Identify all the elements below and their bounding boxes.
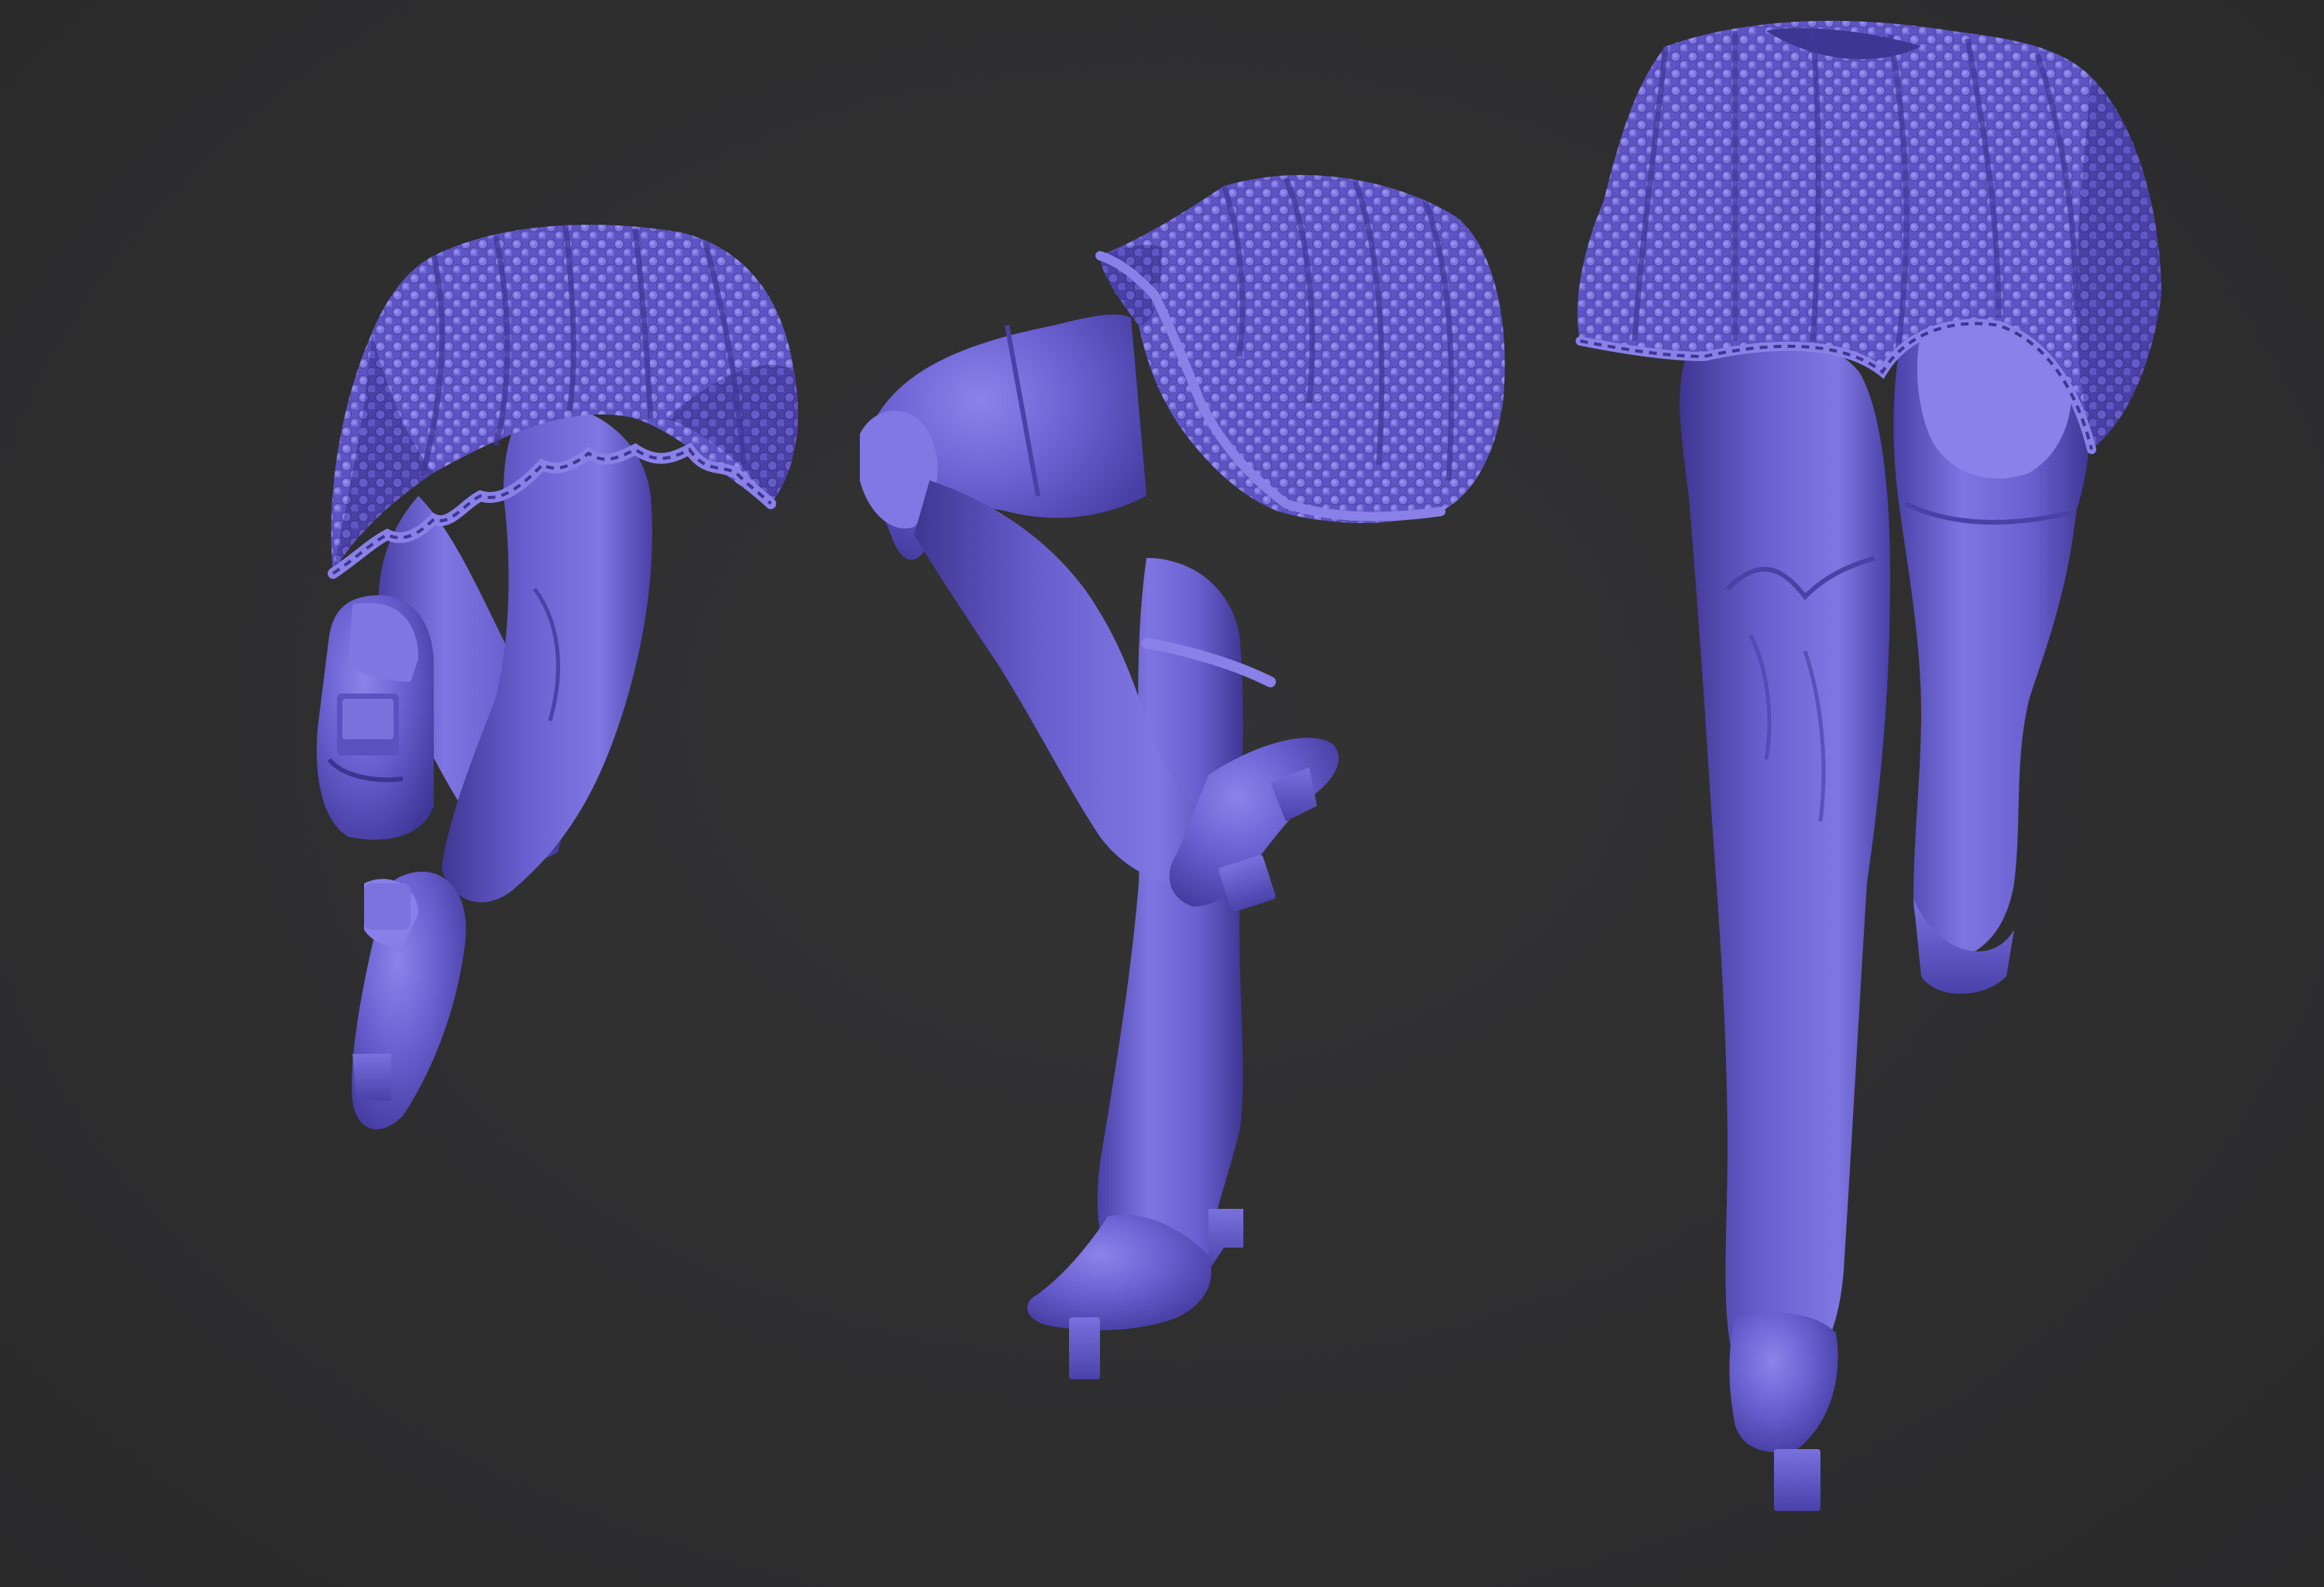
skirt-and-boots-side-view[interactable] bbox=[860, 174, 1505, 1379]
pleated-knit-skirt-side bbox=[1095, 174, 1505, 523]
standing-boot-foot bbox=[1729, 1313, 1838, 1452]
standing-boot-heel-block bbox=[1774, 1449, 1820, 1511]
upturned-boot-sole bbox=[316, 595, 434, 840]
sculpt-viewport[interactable] bbox=[0, 0, 2324, 1587]
front-boot-foot bbox=[352, 871, 466, 1130]
skirt-and-boots-back-view[interactable] bbox=[316, 224, 799, 1130]
skirt-and-boots-front-view[interactable] bbox=[1576, 20, 2161, 1511]
standing-boot-heel bbox=[1208, 1209, 1243, 1271]
standing-boot-heel-block bbox=[1069, 1317, 1100, 1379]
sculpt-scene bbox=[316, 20, 2161, 1511]
standing-leg-boot bbox=[1679, 336, 1890, 1370]
pleated-knit-skirt-front bbox=[1576, 20, 2161, 454]
